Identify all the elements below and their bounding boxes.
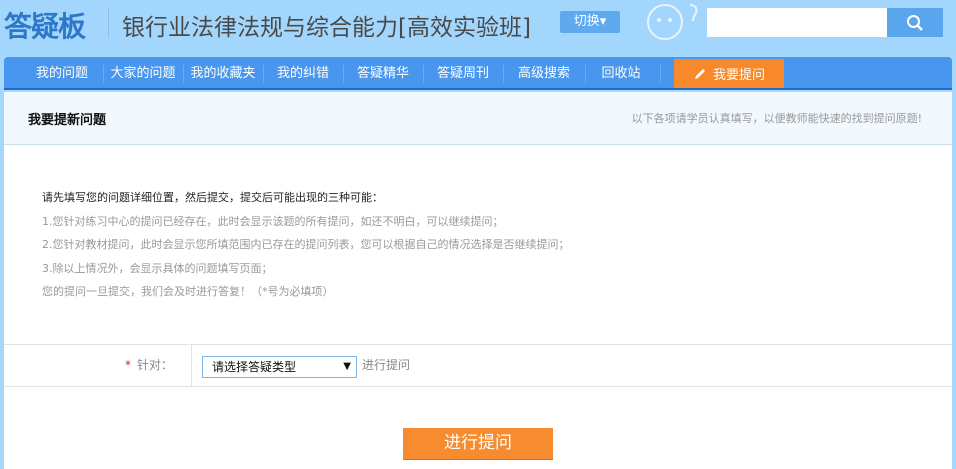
ask-question-label: 我要提问	[712, 68, 765, 83]
instruction-line: 3.除以上情况外，会显示具体的问题填写页面；	[42, 261, 273, 275]
search-icon	[907, 14, 923, 31]
field-label: * 针对：	[4, 345, 192, 386]
instruction-line: 请先填写您的问题详细位置，然后提交，提交后可能出现的三种可能：	[42, 191, 383, 204]
question-type-select[interactable]: 请选择答疑类型 ▼	[202, 356, 357, 378]
mascot-icon	[647, 4, 698, 40]
field-label-text: 针对：	[136, 358, 173, 372]
nav-highlights[interactable]: 答疑精华	[344, 57, 422, 88]
header: 答疑板 银行业法律法规与综合能力[高效实验班] 切换▾	[0, 0, 956, 56]
ask-question-button[interactable]: 我要提问	[674, 59, 784, 88]
search-input[interactable]	[707, 8, 887, 37]
nav-advanced-search[interactable]: 高级搜索	[504, 57, 584, 88]
instruction-line: 2.您针对教材提问，此时会显示您所填范围内已存在的提问列表，您可以根据自己的情况…	[42, 238, 570, 251]
switch-button[interactable]: 切换▾	[560, 11, 620, 33]
course-title: 银行业法律法规与综合能力[高效实验班]	[122, 15, 531, 41]
section-hint: 以下各项请学员认真填写，以便教师能快速的找到提问原题!	[631, 112, 922, 125]
main-nav: 我的问题 大家的问题 我的收藏夹 我的纠错 答疑精华 答疑周刊 高级搜索 回收站…	[4, 57, 952, 90]
section-title: 我要提新问题	[28, 113, 107, 128]
nav-weekly[interactable]: 答疑周刊	[424, 57, 502, 88]
section-header: 我要提新问题 以下各项请学员认真填写，以便教师能快速的找到提问原题!	[4, 92, 952, 145]
form-row-target: * 针对： 请选择答疑类型 ▼ 进行提问	[4, 344, 952, 387]
nav-favorites[interactable]: 我的收藏夹	[184, 57, 262, 88]
nav-divider	[660, 65, 661, 83]
required-mark: *	[124, 358, 131, 372]
nav-recycle-bin[interactable]: 回收站	[586, 57, 656, 88]
instructions: 请先填写您的问题详细位置，然后提交，提交后可能出现的三种可能： 1.您针对练习中…	[42, 186, 570, 304]
submit-button[interactable]: 进行提问	[403, 428, 553, 460]
instruction-line: 您的提问一旦提交，我们会及时进行答复！（*号为必填项）	[42, 285, 334, 298]
content-panel: 我要提新问题 以下各项请学员认真填写，以便教师能快速的找到提问原题! 请先填写您…	[4, 92, 952, 469]
instruction-line: 1.您针对练习中心的提问已经存在，此时会显示该题的所有提问，如还不明白，可以继续…	[42, 214, 504, 228]
pencil-icon	[694, 68, 705, 79]
nav-my-questions[interactable]: 我的问题	[28, 57, 96, 88]
dropdown-arrow-icon: ▼	[343, 361, 351, 372]
divider	[108, 8, 109, 38]
nav-corrections[interactable]: 我的纠错	[264, 57, 342, 88]
logo[interactable]: 答疑板	[4, 5, 86, 45]
nav-all-questions[interactable]: 大家的问题	[104, 57, 182, 88]
field-suffix: 进行提问	[362, 358, 411, 372]
search-button[interactable]	[887, 8, 943, 37]
select-value: 请选择答疑类型	[212, 360, 297, 374]
